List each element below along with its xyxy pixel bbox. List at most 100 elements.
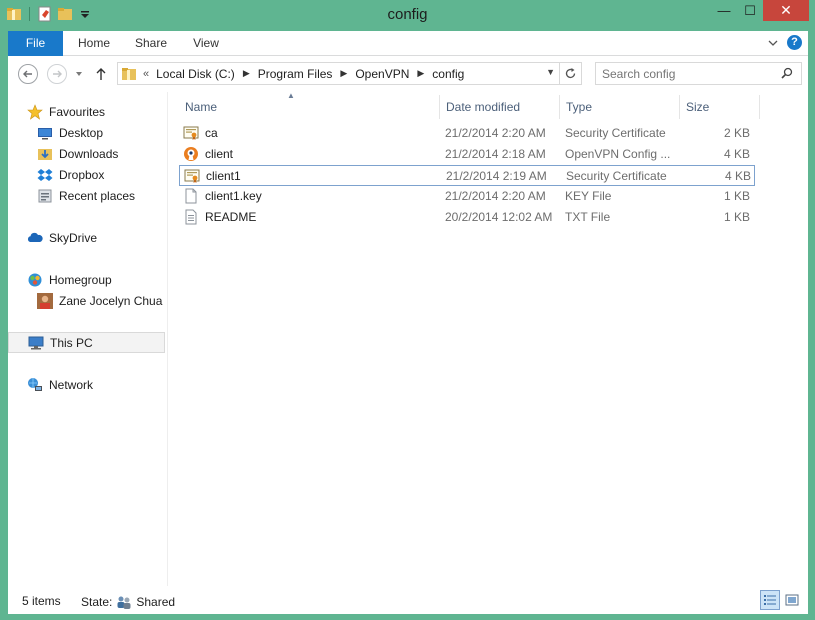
navigation-pane: Favourites Desktop Downloads Dropbox Rec… (8, 92, 168, 586)
search-input[interactable] (596, 63, 766, 84)
this-pc-icon (28, 335, 44, 351)
file-size: 4 KB (723, 147, 750, 161)
certificate-icon (184, 168, 200, 184)
sidebar-item-label: Desktop (59, 125, 104, 140)
sidebar-item-label: SkyDrive (49, 230, 98, 245)
folder-icon (121, 66, 137, 82)
search-icon[interactable] (781, 67, 793, 79)
refresh-icon (565, 68, 576, 79)
network-icon (27, 377, 43, 393)
details-view-icon (764, 595, 776, 605)
sidebar-item-label: Dropbox (59, 167, 105, 182)
file-name: client (205, 147, 234, 161)
share-state: State: Shared (81, 594, 175, 610)
large-icons-view-button[interactable] (782, 590, 802, 610)
back-button[interactable] (18, 64, 38, 84)
sidebar-item-favourites[interactable]: Favourites (8, 101, 165, 122)
breadcrumb-separator-icon[interactable]: ▶ (417, 68, 424, 79)
ribbon-tabs: File Home Share View ? (8, 31, 808, 56)
breadcrumb-separator-icon[interactable]: ▶ (243, 68, 250, 79)
content-area: Favourites Desktop Downloads Dropbox Rec… (8, 91, 808, 586)
blank-file-icon (183, 188, 199, 204)
breadcrumb-local-disk[interactable]: Local Disk (C:) (156, 67, 235, 81)
chevron-down-icon (76, 72, 82, 76)
navigation-bar: « Local Disk (C:) ▶ Program Files ▶ Open… (8, 56, 808, 92)
file-size: 4 KB (724, 169, 751, 183)
tab-home[interactable]: Home (66, 31, 122, 56)
breadcrumb-config[interactable]: config (432, 67, 464, 81)
address-overflow-chevron[interactable]: « (143, 68, 149, 80)
up-button[interactable] (94, 64, 108, 84)
forward-button[interactable] (47, 64, 67, 84)
file-name: client1.key (205, 189, 262, 203)
file-type: TXT File (565, 210, 611, 224)
column-header-size[interactable]: Size (680, 95, 760, 119)
breadcrumb-separator-icon[interactable]: ▶ (340, 68, 347, 79)
skydrive-icon (27, 230, 43, 246)
file-row-client1-key[interactable]: client1.key 21/2/2014 2:20 AM KEY File 1… (179, 186, 755, 207)
column-header-date[interactable]: Date modified (440, 95, 560, 119)
refresh-button[interactable] (559, 63, 581, 84)
file-name: client1 (206, 169, 241, 183)
close-button[interactable]: ✕ (763, 0, 809, 21)
file-name: README (205, 210, 257, 224)
sidebar-item-label: This PC (50, 335, 93, 350)
file-date: 20/2/2014 12:02 AM (445, 210, 553, 224)
file-type: OpenVPN Config ... (565, 147, 670, 161)
sidebar-item-label: Recent places (59, 188, 136, 203)
sidebar-item-recent-places[interactable]: Recent places (8, 185, 165, 206)
back-arrow-icon (23, 70, 32, 78)
shared-users-icon (116, 594, 132, 610)
openvpn-icon (183, 146, 199, 162)
minimize-button[interactable]: — (711, 0, 737, 21)
file-row-client1[interactable]: client1 21/2/2014 2:19 AM Security Certi… (179, 165, 755, 186)
sidebar-item-network[interactable]: Network (8, 374, 165, 395)
address-history-chevron-icon[interactable]: ▼ (546, 67, 555, 77)
sidebar-item-dropbox[interactable]: Dropbox (8, 164, 165, 185)
tab-view[interactable]: View (180, 31, 232, 56)
sidebar-item-user[interactable]: Zane Jocelyn Chua (8, 290, 165, 311)
file-date: 21/2/2014 2:20 AM (445, 126, 546, 140)
tab-file[interactable]: File (8, 31, 63, 56)
tab-share[interactable]: Share (122, 31, 180, 56)
help-icon[interactable]: ? (787, 35, 802, 50)
large-icons-view-icon (785, 594, 799, 606)
file-row-readme[interactable]: README 20/2/2014 12:02 AM TXT File 1 KB (179, 207, 755, 228)
user-avatar-icon (37, 292, 53, 309)
column-header-name[interactable]: Name ▲ (179, 91, 439, 119)
column-header-type[interactable]: Type (560, 95, 680, 119)
explorer-window: config — ☐ ✕ File Home Share View ? « Lo… (0, 0, 815, 620)
certificate-icon (183, 125, 199, 141)
sidebar-item-desktop[interactable]: Desktop (8, 122, 165, 143)
breadcrumb-openvpn[interactable]: OpenVPN (355, 67, 409, 81)
item-count: 5 items (22, 594, 61, 608)
file-type: Security Certificate (566, 169, 667, 183)
window-title: config (387, 6, 428, 23)
file-type: Security Certificate (565, 126, 666, 140)
recent-places-icon (37, 188, 53, 204)
sidebar-item-label: Homegroup (49, 272, 112, 287)
file-row-ca[interactable]: ca 21/2/2014 2:20 AM Security Certificat… (179, 123, 755, 144)
column-header-label: Name (185, 100, 218, 114)
sidebar-item-skydrive[interactable]: SkyDrive (8, 227, 165, 248)
sidebar-item-this-pc[interactable]: This PC (8, 332, 165, 353)
file-type: KEY File (565, 189, 612, 203)
file-size: 1 KB (723, 189, 750, 203)
window-controls: — ☐ ✕ (711, 0, 809, 21)
sidebar-item-downloads[interactable]: Downloads (8, 143, 165, 164)
expand-ribbon-icon[interactable] (766, 36, 780, 50)
file-size: 1 KB (723, 210, 750, 224)
file-row-client[interactable]: client 21/2/2014 2:18 AM OpenVPN Config … (179, 144, 755, 165)
breadcrumb-program-files[interactable]: Program Files (258, 67, 333, 81)
file-name: ca (205, 126, 218, 140)
sidebar-item-label: Favourites (49, 104, 106, 119)
downloads-icon (37, 146, 53, 162)
column-divider[interactable] (759, 95, 760, 119)
details-view-button[interactable] (760, 590, 780, 610)
maximize-button[interactable]: ☐ (737, 0, 763, 21)
sidebar-item-homegroup[interactable]: Homegroup (8, 269, 165, 290)
file-list: Name ▲ Date modified Type Size ca 21/2/2… (168, 91, 808, 586)
address-bar[interactable]: « Local Disk (C:) ▶ Program Files ▶ Open… (117, 62, 582, 85)
recent-locations-button[interactable] (74, 64, 84, 84)
sidebar-item-label: Downloads (59, 146, 119, 161)
